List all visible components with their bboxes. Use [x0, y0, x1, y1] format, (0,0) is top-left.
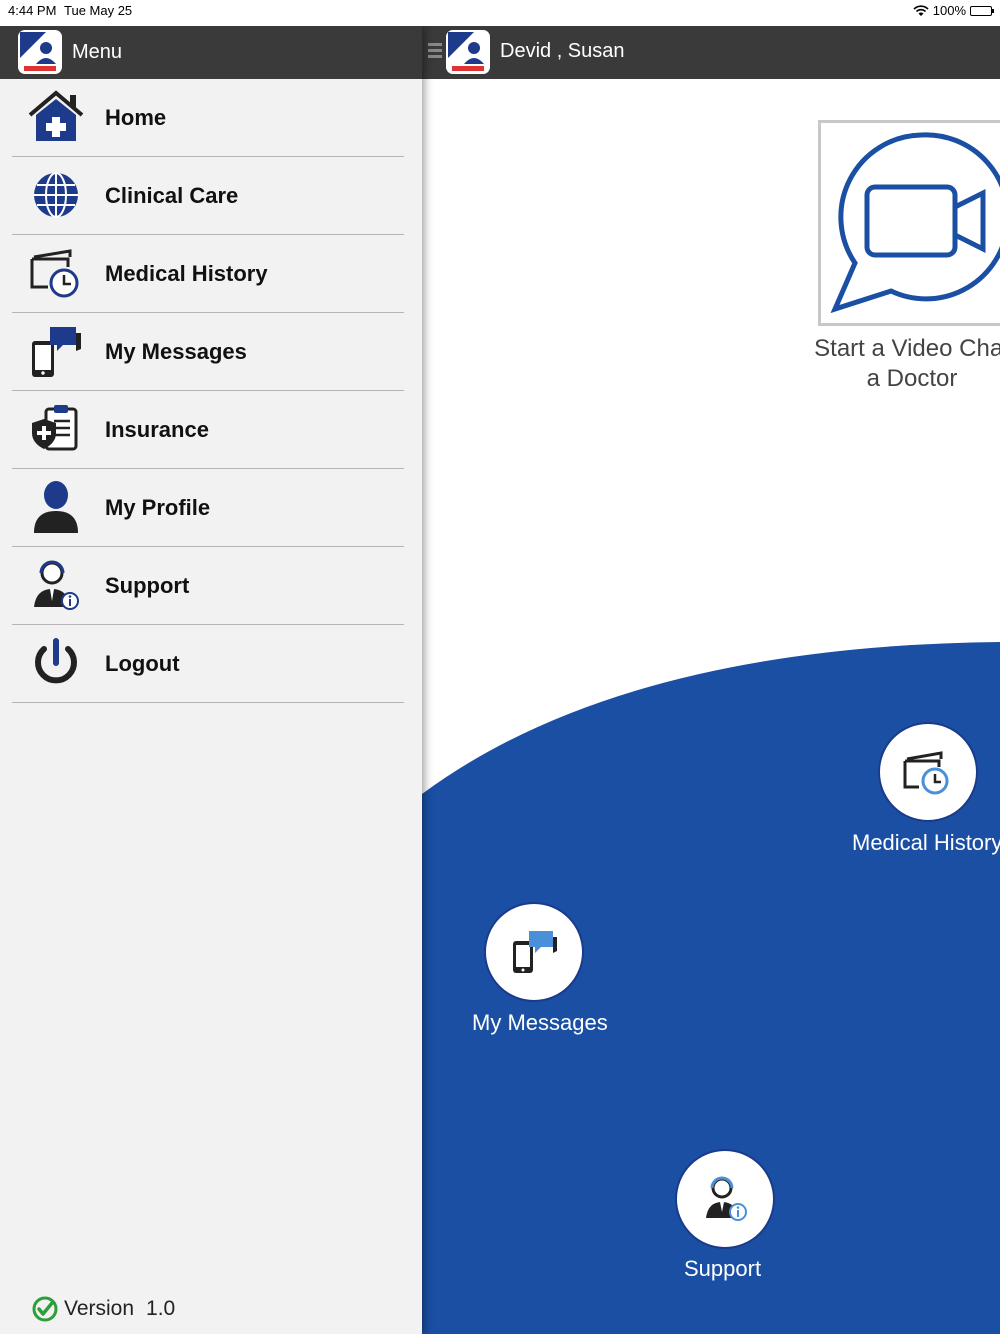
messages-icon	[32, 327, 81, 377]
app-logo-icon	[18, 30, 62, 74]
menu-label-insurance: Insurance	[105, 416, 209, 442]
profile-icon	[34, 481, 78, 533]
battery-icon	[970, 5, 994, 16]
check-circle-icon	[32, 1296, 58, 1322]
menu-item-medical-history[interactable]: Medical History	[12, 235, 404, 313]
globe-icon	[34, 172, 78, 218]
status-right: 100%	[913, 3, 994, 18]
app-logo-icon	[446, 30, 490, 74]
main-header: Devid , Susan	[422, 26, 1000, 79]
menu-label-support: Support	[105, 572, 190, 598]
my-messages-button[interactable]	[484, 902, 584, 1002]
video-chat-card[interactable]	[818, 120, 1000, 326]
navigation-drawer: Menu Home Clinical Care Medical History …	[0, 26, 422, 1334]
battery-percent: 100%	[932, 3, 966, 18]
support-button[interactable]	[675, 1149, 775, 1249]
menu-item-clinical-care[interactable]: Clinical Care	[12, 157, 404, 235]
video-chat-line1: Start a Video Chat	[814, 335, 1000, 362]
main-panel: Devid , Susan Start a Video Chat a Docto…	[422, 26, 1000, 1334]
drawer-menu: Home Clinical Care Medical History My Me…	[12, 79, 404, 703]
menu-label-medical-history: Medical History	[105, 260, 268, 286]
version-number: 1.0	[146, 1297, 176, 1320]
home-icon	[28, 90, 84, 141]
menu-item-my-profile[interactable]: My Profile	[12, 469, 404, 547]
medical-history-button[interactable]	[878, 722, 978, 822]
menu-item-home[interactable]: Home	[12, 79, 404, 157]
status-bar: 4:44 PM Tue May 25 100%	[0, 0, 1000, 26]
menu-label-logout: Logout	[105, 650, 180, 676]
hamburger-menu-icon[interactable]	[428, 43, 442, 61]
menu-label-my-messages: My Messages	[105, 338, 247, 364]
my-messages-label[interactable]: My Messages	[472, 1010, 608, 1036]
video-chat-icon	[830, 132, 1000, 314]
menu-label-my-profile: My Profile	[105, 494, 211, 520]
menu-item-logout[interactable]: Logout	[12, 625, 404, 703]
power-icon	[35, 638, 77, 684]
medical-history-icon	[903, 751, 949, 795]
support-icon	[34, 560, 79, 610]
menu-label-clinical-care: Clinical Care	[105, 182, 239, 208]
drawer-title: Menu	[72, 41, 123, 63]
menu-item-insurance[interactable]: Insurance	[12, 391, 404, 469]
drawer-header: Menu	[0, 26, 422, 79]
menu-item-support[interactable]: Support	[12, 547, 404, 625]
menu-item-my-messages[interactable]: My Messages	[12, 313, 404, 391]
video-chat-line2: a Doctor	[866, 365, 958, 392]
support-label[interactable]: Support	[684, 1256, 761, 1282]
user-name: Devid , Susan	[500, 40, 625, 62]
medical-history-icon	[30, 249, 79, 298]
medical-history-label[interactable]: Medical History	[852, 830, 1000, 856]
insurance-icon	[32, 405, 78, 451]
version-info: Version 1.0	[32, 1296, 175, 1322]
messages-icon	[513, 931, 557, 973]
video-chat-label[interactable]: Start a Video Chat a Doctor	[782, 334, 1000, 394]
wifi-icon	[913, 4, 929, 16]
status-date: Tue May 25	[64, 3, 133, 18]
support-icon	[706, 1176, 747, 1221]
version-label: Version	[64, 1297, 135, 1320]
status-time: 4:44 PM	[8, 3, 57, 18]
menu-label-home: Home	[105, 104, 167, 130]
